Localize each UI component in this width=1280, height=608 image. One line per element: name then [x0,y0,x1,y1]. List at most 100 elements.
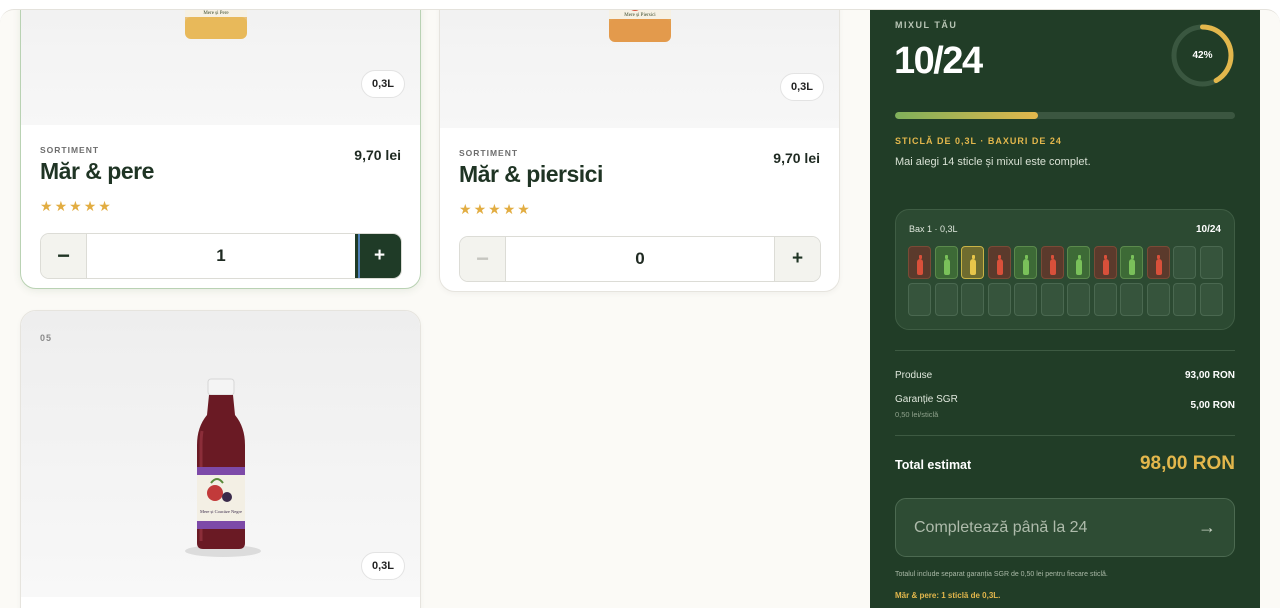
deposit-label: Garanție SGR [895,394,958,405]
product-price: 9,70 lei [773,150,820,166]
deposit-sub: 0,50 lei/sticlă [895,410,939,419]
total-value: 98,00 RON [1139,453,1235,474]
bottle-slot [987,246,1011,279]
star-icon: ★ [69,198,82,214]
bottle-icon [1076,255,1082,275]
svg-text:Mere și Coacăze Negre: Mere și Coacăze Negre [200,509,242,514]
svg-text:Mere și Piersici: Mere și Piersici [624,13,656,18]
empty-slot [1120,283,1143,316]
divider [895,350,1235,351]
progress-bar-fill [895,112,1038,119]
bottle-icon [1155,255,1162,275]
bottle-slot [908,246,931,279]
empty-slot [1173,283,1196,316]
bottle-slot [934,246,958,279]
mix-subtitle: STICLĂ DE 0,3L · BAXURI DE 24 [895,136,1062,146]
page: Mere și Pere 0,3L SORTIMENT Măr & pere 9… [0,9,1280,608]
product-kicker: SORTIMENT [459,148,519,158]
jar-image: Mere și Coacăze Negre [185,378,261,557]
rating-stars: ★ ★ ★ ★ ★ [459,202,530,216]
progress-percent: 42% [1192,50,1213,61]
mix-hint: Mai alegi 14 sticle și mixul este comple… [895,156,1091,168]
empty-slot [1199,246,1223,279]
svg-text:Mere și Pere: Mere și Pere [203,11,229,16]
empty-slot [961,283,984,316]
quantity-input[interactable]: 1 [87,234,355,278]
product-kicker: SORTIMENT [40,145,100,155]
quantity-input[interactable]: 0 [506,237,774,281]
increase-button[interactable]: + [355,234,401,278]
bottle-slot [1120,246,1143,279]
empty-slot [1014,283,1037,316]
mix-summary-panel: MIXUL TĂU 10/24 42% STICLĂ DE 0,3L · BAX… [870,10,1260,608]
total-label: Total estimat [895,458,972,472]
bottle-icon [1102,255,1109,275]
empty-slot [1040,283,1064,316]
jar-image: Mere și Pere [185,10,247,39]
star-icon: ★ [488,201,501,217]
divider [895,435,1235,436]
star-icon: ★ [459,201,472,217]
empty-slot [1199,283,1223,316]
mix-note: Măr & pere: 1 sticlă de 0,3L. [895,591,1001,600]
arrow-right-icon: → [1198,517,1216,537]
deposit-value: 5,00 RON [1190,400,1235,411]
box-preview: Bax 1 · 0,3L 10/24 [895,209,1235,330]
total-footnote: Totalul include separat garanția SGR de … [895,571,1108,578]
product-card-mar-pere[interactable]: Mere și Pere 0,3L SORTIMENT Măr & pere 9… [20,10,421,289]
bottle-icon [943,255,950,275]
empty-slot [934,283,958,316]
bottle-icon [1129,255,1135,275]
product-card-05[interactable]: 05 Mere și Coacăze Negre 0,3L [20,310,421,608]
product-number: 05 [40,333,53,343]
progress-bar [895,112,1235,119]
product-card-mar-piersici[interactable]: Mere și Piersici 0,3L SORTIMENT Măr & pi… [439,10,840,292]
bottle-slot [1146,246,1170,279]
quantity-stepper: − 1 + [40,233,402,279]
bottle-slot [1093,246,1117,279]
jar-image: Mere și Piersici [609,10,671,42]
increase-button[interactable]: + [774,237,820,281]
complete-mix-label: Completează până la 24 [914,518,1088,536]
empty-slot [1093,283,1117,316]
product-image: Mere și Piersici 0,3L [440,10,839,128]
products-value: 93,00 RON [1184,370,1235,381]
bottle-icon [1023,255,1029,275]
bottle-slot [961,246,984,279]
product-image: 05 Mere și Coacăze Negre 0,3L [21,311,420,597]
mix-count: 10/24 [894,40,983,82]
bottle-slot-grid [908,246,1223,316]
product-name: Măr & piersici [459,161,603,187]
bottle-icon [996,255,1003,275]
bottle-slot [1040,246,1064,279]
empty-slot [987,283,1011,316]
bottle-icon [1049,255,1056,275]
quantity-stepper: − 0 + [459,236,821,282]
bottle-icon [970,255,976,275]
empty-slot [1173,246,1196,279]
product-name: Măr & pere [40,158,154,184]
decrease-button[interactable]: − [460,237,506,281]
size-badge: 0,3L [780,73,824,101]
bottle-slot [1067,246,1090,279]
complete-mix-button[interactable]: Completează până la 24 → [895,498,1235,557]
product-image: Mere și Pere 0,3L [21,10,420,125]
decrease-button[interactable]: − [41,234,87,278]
panel-label: MIXUL TĂU [895,20,958,30]
empty-slot [908,283,931,316]
rating-stars: ★ ★ ★ ★ ★ [40,199,111,213]
star-icon: ★ [98,198,111,214]
empty-slot [1067,283,1090,316]
size-badge: 0,3L [361,552,405,580]
star-icon: ★ [83,198,97,214]
empty-slot [1146,283,1170,316]
product-price: 9,70 lei [354,147,401,163]
bottle-icon [917,255,923,275]
size-badge: 0,3L [361,70,405,98]
star-icon: ★ [54,198,68,214]
star-icon: ★ [473,201,487,217]
box-title: Bax 1 · 0,3L [909,224,958,234]
box-count: 10/24 [1195,224,1221,235]
products-label: Produse [895,370,933,381]
star-icon: ★ [517,201,530,217]
